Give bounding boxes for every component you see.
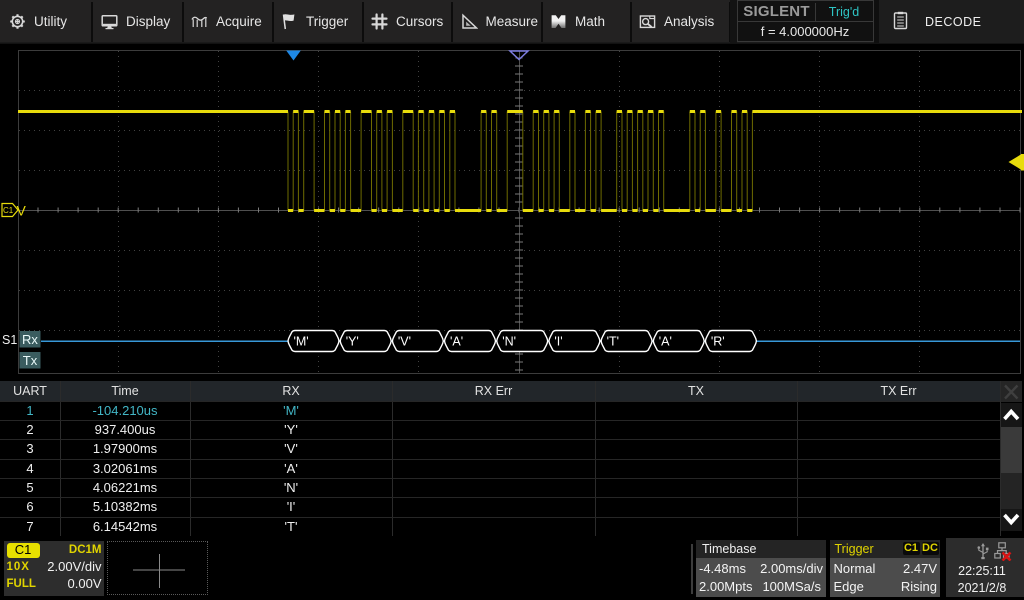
svg-text:'A': 'A'	[659, 335, 672, 349]
svg-text:'M': 'M'	[294, 335, 309, 349]
svg-text:'I': 'I'	[554, 335, 562, 349]
svg-text:C1: C1	[3, 206, 14, 215]
svg-text:V: V	[17, 203, 27, 219]
svg-text:'A': 'A'	[450, 335, 463, 349]
svg-text:'R': 'R'	[711, 335, 725, 349]
svg-text:'N': 'N'	[502, 335, 516, 349]
svg-text:'T': 'T'	[607, 335, 619, 349]
svg-text:'V': 'V'	[398, 335, 411, 349]
svg-text:S1: S1	[2, 333, 17, 347]
svg-text:Rx: Rx	[22, 332, 38, 347]
svg-text:Tx: Tx	[23, 353, 38, 368]
svg-text:'Y': 'Y'	[346, 335, 359, 349]
